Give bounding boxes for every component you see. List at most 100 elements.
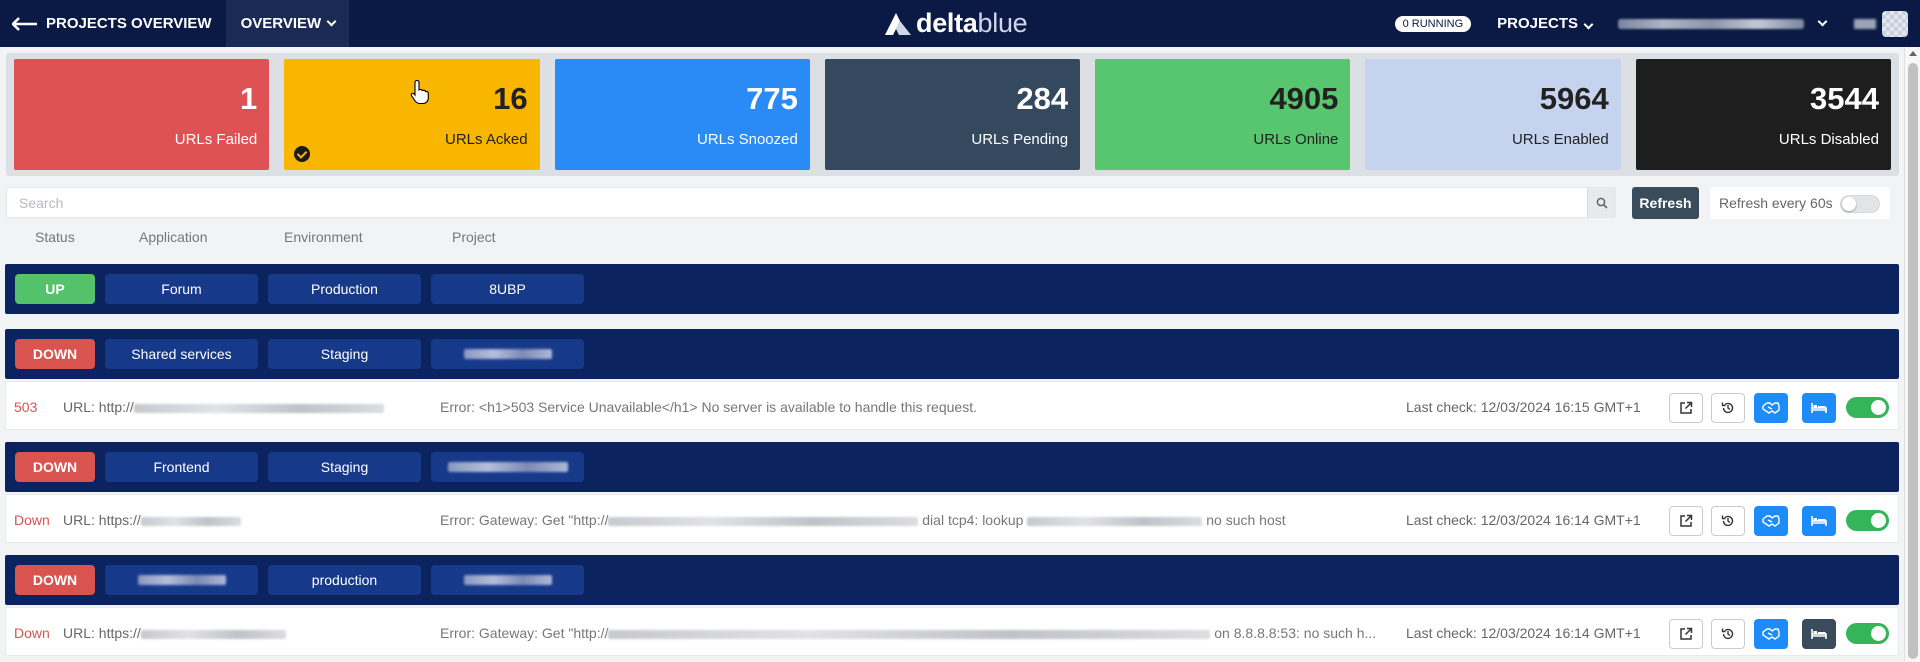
snooze-button[interactable] bbox=[1802, 393, 1836, 423]
chevron-down-icon bbox=[326, 16, 337, 27]
redacted-text bbox=[608, 629, 1211, 639]
auto-refresh-toggle[interactable] bbox=[1840, 195, 1880, 213]
stat-card-pending[interactable]: 284 URLs Pending bbox=[824, 59, 1081, 170]
avatar[interactable] bbox=[1882, 10, 1908, 37]
application-pill[interactable]: Frontend bbox=[105, 452, 258, 482]
stat-card-acked[interactable]: 16 URLs Acked bbox=[284, 59, 540, 170]
project-pill[interactable] bbox=[431, 565, 584, 595]
column-header-project[interactable]: Project bbox=[452, 229, 496, 245]
status-badge[interactable]: DOWN bbox=[15, 565, 95, 595]
column-header-status[interactable]: Status bbox=[35, 229, 75, 245]
url-check-row: Down URL: https:// Error: Gateway: Get "… bbox=[5, 607, 1899, 656]
url-enabled-toggle[interactable] bbox=[1846, 397, 1889, 418]
redacted-text bbox=[1027, 516, 1203, 526]
project-pill[interactable] bbox=[431, 452, 584, 482]
application-pill[interactable]: Shared services bbox=[105, 339, 258, 369]
stat-card-enabled[interactable]: 5964 URLs Enabled bbox=[1365, 59, 1621, 170]
auto-refresh-control: Refresh every 60s bbox=[1710, 187, 1890, 219]
error-message: Error: Gateway: Get "http:// on 8.8.8.8:… bbox=[440, 625, 1376, 641]
stat-card-failed[interactable]: 1 URLs Failed bbox=[14, 59, 270, 170]
search-button[interactable] bbox=[1587, 188, 1615, 217]
environment-pill[interactable]: Production bbox=[268, 274, 421, 304]
project-pill[interactable] bbox=[431, 339, 584, 369]
projects-overview-back-link[interactable]: PROJECTS OVERVIEW bbox=[0, 0, 227, 47]
projects-label: PROJECTS bbox=[1497, 15, 1578, 32]
delta-logo-icon bbox=[885, 12, 911, 35]
acknowledge-button[interactable] bbox=[1754, 506, 1788, 536]
stat-label: URLs Failed bbox=[174, 131, 258, 148]
search-input[interactable] bbox=[7, 188, 1587, 217]
running-badge[interactable]: 0 RUNNING bbox=[1394, 15, 1472, 32]
history-button[interactable] bbox=[1711, 393, 1745, 423]
hand-pointer-cursor-icon bbox=[410, 79, 429, 105]
url-enabled-toggle[interactable] bbox=[1846, 510, 1889, 531]
acknowledge-button[interactable] bbox=[1754, 393, 1788, 423]
history-button[interactable] bbox=[1711, 619, 1745, 649]
redacted-text bbox=[140, 516, 241, 526]
url-text[interactable]: URL: https:// bbox=[63, 625, 286, 641]
url-check-row: 503 URL: http:// Error: <h1>503 Service … bbox=[5, 381, 1899, 430]
organization-dropdown[interactable] bbox=[1618, 18, 1804, 29]
refresh-button[interactable]: Refresh bbox=[1632, 187, 1699, 219]
open-url-button[interactable] bbox=[1669, 506, 1703, 536]
project-group-row[interactable]: UP Forum Production 8UBP bbox=[5, 264, 1899, 314]
project-pill[interactable]: 8UBP bbox=[431, 274, 584, 304]
last-check-time: Last check: 12/03/2024 16:15 GMT+1 bbox=[1406, 399, 1641, 415]
scroll-up-arrow-icon[interactable] bbox=[1909, 51, 1917, 56]
history-icon bbox=[1721, 628, 1734, 640]
projects-dropdown[interactable]: PROJECTS bbox=[1497, 15, 1594, 32]
overview-dropdown[interactable]: OVERVIEW bbox=[226, 0, 350, 47]
project-group-row[interactable]: DOWN production bbox=[5, 555, 1899, 605]
column-headers: Status Application Environment Project bbox=[0, 229, 900, 249]
last-check-time: Last check: 12/03/2024 16:14 GMT+1 bbox=[1406, 512, 1641, 528]
bed-icon bbox=[1811, 629, 1827, 639]
projects-overview-label: PROJECTS OVERVIEW bbox=[46, 15, 212, 32]
chevron-down-icon bbox=[1583, 19, 1594, 30]
stat-value: 1 bbox=[240, 81, 258, 116]
stat-card-disabled[interactable]: 3544 URLs Disabled bbox=[1635, 59, 1891, 170]
open-url-button[interactable] bbox=[1669, 619, 1703, 649]
project-group-row[interactable]: DOWN Shared services Staging bbox=[5, 329, 1899, 379]
error-message: Error: Gateway: Get "http:// dial tcp4: … bbox=[440, 512, 1286, 528]
url-text[interactable]: URL: https:// bbox=[63, 512, 241, 528]
snooze-button[interactable] bbox=[1802, 506, 1836, 536]
redacted-text bbox=[133, 403, 384, 413]
acknowledge-button[interactable] bbox=[1754, 619, 1788, 649]
column-header-environment[interactable]: Environment bbox=[284, 229, 363, 245]
error-end: no such host bbox=[1206, 512, 1286, 528]
status-badge[interactable]: DOWN bbox=[15, 339, 95, 369]
url-enabled-toggle[interactable] bbox=[1846, 623, 1889, 644]
status-badge[interactable]: UP bbox=[15, 274, 95, 304]
status-badge[interactable]: DOWN bbox=[15, 452, 95, 482]
url-text[interactable]: URL: http:// bbox=[63, 399, 384, 415]
scroll-thumb[interactable] bbox=[1908, 63, 1918, 659]
environment-pill[interactable]: Staging bbox=[268, 452, 421, 482]
redacted-text bbox=[140, 629, 286, 639]
history-button[interactable] bbox=[1711, 506, 1745, 536]
error-start: Error: Gateway: Get "http:// bbox=[440, 625, 609, 641]
url-prefix: URL: https:// bbox=[63, 512, 141, 528]
environment-pill[interactable]: Staging bbox=[268, 339, 421, 369]
application-pill[interactable]: Forum bbox=[105, 274, 258, 304]
logo-text-delta: delta bbox=[916, 8, 978, 38]
history-icon bbox=[1721, 515, 1734, 527]
page-scrollbar[interactable] bbox=[1904, 47, 1920, 662]
handshake-icon bbox=[1762, 515, 1780, 527]
redacted-text bbox=[447, 462, 568, 472]
column-header-application[interactable]: Application bbox=[139, 229, 208, 245]
application-pill[interactable] bbox=[105, 565, 258, 595]
bed-icon bbox=[1811, 403, 1827, 413]
overview-label: OVERVIEW bbox=[240, 15, 322, 32]
environment-pill[interactable]: production bbox=[268, 565, 421, 595]
snooze-button[interactable] bbox=[1802, 619, 1836, 649]
user-name bbox=[1854, 18, 1876, 29]
last-check-time: Last check: 12/03/2024 16:14 GMT+1 bbox=[1406, 625, 1641, 641]
stat-card-online[interactable]: 4905 URLs Online bbox=[1095, 59, 1351, 170]
open-url-button[interactable] bbox=[1669, 393, 1703, 423]
external-link-icon bbox=[1680, 514, 1693, 527]
error-end: on 8.8.8.8:53: no such h... bbox=[1214, 625, 1377, 641]
project-group-row[interactable]: DOWN Frontend Staging bbox=[5, 442, 1899, 492]
url-prefix: URL: http:// bbox=[63, 399, 134, 415]
http-status-code: Down bbox=[14, 512, 50, 528]
stat-card-snoozed[interactable]: 775 URLs Snoozed bbox=[554, 59, 810, 170]
